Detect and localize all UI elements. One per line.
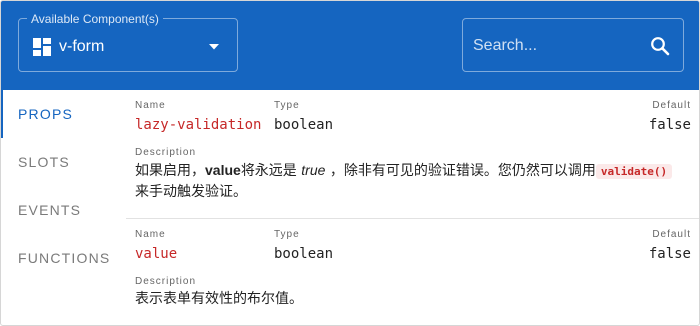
- description-label: Description: [135, 276, 197, 287]
- dashboard-icon: [33, 38, 51, 56]
- select-value: v-form: [59, 38, 105, 55]
- tab-label: EVENTS: [18, 202, 82, 218]
- search-input[interactable]: [473, 35, 633, 57]
- tab-label: FUNCTIONS: [18, 250, 111, 266]
- desc-text: 来手动触发验证。: [135, 184, 247, 200]
- desc-italic: true: [301, 162, 326, 178]
- desc-text: 将永远是: [240, 163, 302, 179]
- toolbar: Available Component(s) v-form: [1, 1, 699, 90]
- desc-text: ，除非有可见的验证错误。您仍然可以调用: [325, 163, 596, 179]
- description-label: Description: [135, 147, 197, 158]
- component-select[interactable]: Available Component(s) v-form: [18, 11, 238, 72]
- prop-default: false: [648, 117, 691, 133]
- tab-label: PROPS: [18, 106, 74, 122]
- tab-events[interactable]: EVENTS: [1, 186, 126, 234]
- prop-description: 如果启用，value将永远是 true ，除非有可见的验证错误。您仍然可以调用 v…: [135, 160, 685, 203]
- default-column-label: Default: [652, 229, 691, 240]
- prop-default: false: [648, 246, 691, 262]
- prop-name: lazy-validation: [135, 117, 262, 133]
- desc-bold: value: [205, 162, 241, 178]
- tab-label: SLOTS: [18, 154, 70, 170]
- code-chip: validate(): [595, 164, 673, 179]
- prop-name: value: [135, 246, 178, 262]
- desc-text: 如果启用，: [135, 163, 205, 179]
- caret-down-icon[interactable]: [208, 43, 220, 51]
- type-column-label: Type: [274, 100, 300, 111]
- tab-props[interactable]: PROPS: [1, 90, 126, 138]
- name-column-label: Name: [135, 229, 166, 240]
- props-list: Name Type Default lazy-validation boolea…: [126, 90, 699, 325]
- select-legend: Available Component(s): [27, 11, 163, 27]
- api-card: Available Component(s) v-form PROPS: [0, 0, 700, 326]
- name-column-label: Name: [135, 100, 166, 111]
- default-column-label: Default: [652, 100, 691, 111]
- tab-functions[interactable]: FUNCTIONS: [1, 234, 126, 282]
- prop-type: boolean: [274, 117, 334, 133]
- tab-slots[interactable]: SLOTS: [1, 138, 126, 186]
- tab-list: PROPS SLOTS EVENTS FUNCTIONS: [1, 90, 126, 325]
- prop-description: 表示表单有效性的布尔值。: [135, 291, 303, 307]
- type-column-label: Type: [274, 229, 300, 240]
- prop-type: boolean: [274, 246, 334, 262]
- search-box: [462, 18, 684, 72]
- search-icon[interactable]: [650, 36, 670, 56]
- divider: [126, 218, 699, 219]
